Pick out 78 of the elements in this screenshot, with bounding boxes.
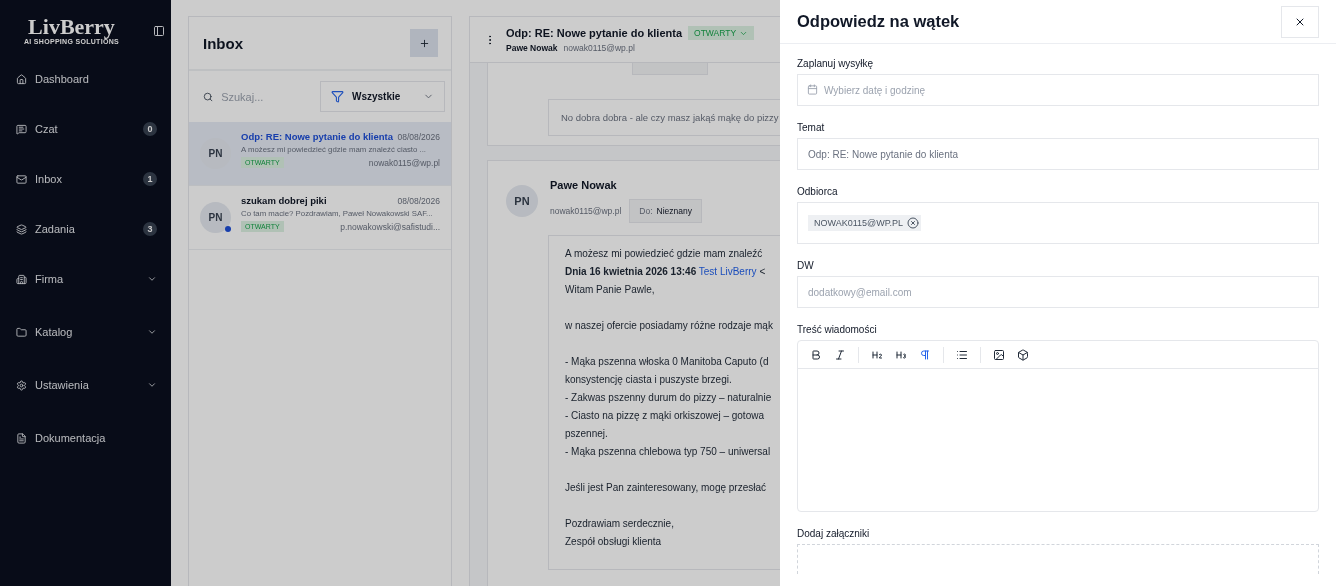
thread-date: 08/08/2026 [397,195,440,206]
avatar: PN [200,202,231,233]
calendar-icon [807,84,818,95]
message-text: pszennej. [565,427,609,441]
message-text: A możesz mi powiedzieć gdzie mam znaleźć [565,247,764,261]
search-icon [203,90,214,103]
sidebar-toggle-icon[interactable] [153,25,165,37]
thread-title: Odp: RE: Nowe pytanie do klienta [506,27,683,39]
thread-email: p.nowakowski@safistudi... [340,221,440,232]
chat-icon [16,123,27,135]
sidebar-item-label: Katalog [35,326,74,338]
message-text: Jeśli jest Pan zainteresowany, mogę przesłać [565,481,768,495]
mail-icon [16,173,27,185]
message-text: Witam Panie Pawle, [565,283,656,297]
sidebar-item-label: Firma [35,273,65,285]
field-label: Temat [797,122,826,133]
logo: LivBerry [28,16,115,38]
message-text: - Mąka pszenna włoska 0 Manitoba Caputo (d [565,355,770,369]
sidebar-item-label: Ustawienia [35,379,89,391]
thread-date: 08/08/2026 [397,131,440,142]
remove-icon[interactable] [907,217,919,229]
settings-icon [16,379,27,391]
message-text: Pozdrawiam serdecznie, [565,517,675,531]
message-body: No dobra dobra - ale czy masz jakąś mąkę do pizzy [548,99,780,136]
message-text: w naszej ofercie posiadamy różne rodzaje mąk [565,319,774,333]
message-text: konsystencję ciasta i puszyste brzegi. [565,373,733,387]
sidebar-item-label: Czat [35,123,59,135]
folder-icon [16,326,27,338]
sidebar-item[interactable]: Dashboard [16,54,171,104]
field-label: Treść wiadomości [797,324,878,335]
input-field[interactable]: Odp: RE: Nowe pytanie do klienta [797,138,1319,170]
sidebar-item-label: Inbox [35,173,63,185]
sidebar-item[interactable]: Czat 0 [16,104,171,154]
search-field[interactable]: Szukaj... [219,89,312,104]
sidebar-item[interactable]: Dokumentacja [16,413,171,463]
message-text: - Mąka pszenna chlebowa typ 750 – uniwersal [565,445,772,459]
count-badge: 3 [143,222,157,236]
sender-link[interactable]: Test LivBerry [698,266,757,277]
thread-subject: szukam dobrej piki [241,195,327,206]
date-field[interactable]: Wybierz datę i godzinę [797,74,1319,106]
document-icon [16,432,27,444]
sender-email: nowak0115@wp.pl [550,206,622,216]
message-text: - Zakwas pszenny durum do pizzy – naturalnie [565,391,773,405]
recipient-box: Do: Nieznany [629,199,702,223]
sidebar-item[interactable]: Ustawienia [16,360,171,410]
input-field[interactable]: dodatkowy@email.com [797,276,1319,308]
quote-header: Dnia 16 kwietnia 2026 13:46 Test LivBerry < [565,265,767,279]
filter-select[interactable]: Wszystkie [320,81,445,112]
sidebar-item-label: Dashboard [35,73,90,85]
sidebar-item[interactable]: Katalog [16,307,171,357]
count-badge: 0 [143,122,157,136]
layers-icon [16,223,27,235]
plus-icon [418,37,430,49]
sender-email: nowak0115@wp.pl [563,43,635,53]
sidebar-item-label: Zadania [35,223,76,235]
avatar: PN [200,138,231,169]
drawer-title: Odpowiedz na wątek [797,12,960,31]
message-text: Zespół obsługi klienta [565,535,663,549]
filter-icon [331,90,344,103]
sidebar-item[interactable]: Zadania 3 [16,204,171,254]
sender-name: Pawe Nowak [506,43,558,53]
count-badge: 1 [143,172,157,186]
field-label: Odbiorca [797,186,839,197]
sidebar-item[interactable]: Firma [16,254,171,304]
avatar: PN [506,185,538,217]
message-text: - Ciasto na pizzę z mąki orkiszowej – gotowa [565,409,765,423]
building-icon [16,273,27,285]
field-label: Zaplanuj wysyłkę [797,58,875,69]
field-label: Dodaj załączniki [797,528,871,539]
sender-name: Pawe Nowak [550,179,618,191]
recipient-chip: NOWAK0115@WP.PL [808,215,921,231]
thread-email: nowak0115@wp.pl [368,157,440,168]
field-label: DW [797,260,815,271]
panel-title: Inbox [203,34,243,52]
thread-subject: Odp: RE: Nowe pytanie do klienta [241,131,393,142]
house-icon [16,73,27,85]
sidebar-item-label: Dokumentacja [35,432,107,444]
sidebar-item[interactable]: Inbox 1 [16,154,171,204]
